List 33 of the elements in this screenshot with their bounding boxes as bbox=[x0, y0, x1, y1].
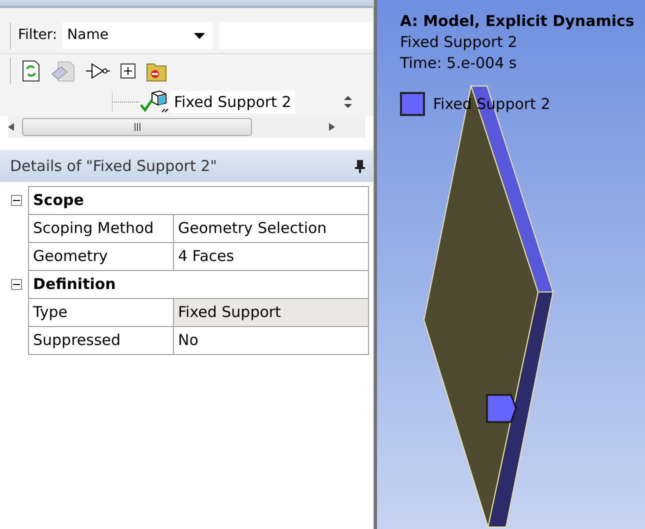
property-value[interactable]: 4 Faces bbox=[174, 242, 368, 270]
expand-icon[interactable] bbox=[120, 63, 136, 79]
refresh-document-icon[interactable] bbox=[22, 60, 40, 82]
property-name: Suppressed bbox=[28, 326, 174, 354]
details-title: Details of "Fixed Support 2" bbox=[10, 156, 218, 177]
filter-dropdown[interactable]: Name bbox=[63, 22, 214, 49]
property-value[interactable]: Geometry Selection bbox=[174, 214, 368, 242]
tree-item[interactable]: Fixed Support 2 bbox=[170, 90, 296, 114]
pin-icon[interactable] bbox=[355, 160, 365, 172]
grip-lines-icon bbox=[134, 123, 140, 131]
filter-field[interactable] bbox=[219, 22, 373, 49]
property-value[interactable]: No bbox=[174, 326, 368, 354]
section-header: Definition bbox=[33, 275, 116, 294]
dropdown-arrow-icon bbox=[194, 32, 206, 38]
eraser-icon[interactable] bbox=[50, 60, 76, 82]
section-header: Scope bbox=[33, 191, 84, 210]
property-name: Type bbox=[28, 298, 174, 326]
property-name: Geometry bbox=[28, 242, 174, 270]
horizontal-scrollbar[interactable] bbox=[8, 116, 365, 138]
object-name: Fixed Support 2 bbox=[400, 32, 518, 53]
scroll-left-arrow-icon[interactable] bbox=[8, 123, 14, 131]
property-name: Scoping Method bbox=[28, 214, 174, 242]
time-label: Time: 5.e-004 s bbox=[400, 53, 518, 74]
collapse-icon[interactable] bbox=[11, 195, 22, 206]
model-title: A: Model, Explicit Dynamics bbox=[400, 11, 636, 32]
spinner-icon[interactable] bbox=[343, 94, 354, 110]
scrollbar-thumb[interactable] bbox=[22, 118, 252, 136]
scroll-right-arrow-icon[interactable] bbox=[329, 123, 335, 131]
property-value[interactable]: Fixed Support bbox=[174, 298, 368, 326]
filter-label: Filter: bbox=[18, 26, 58, 45]
collapse-icon[interactable] bbox=[11, 279, 22, 290]
tree-connector-line bbox=[112, 92, 140, 112]
gate-symbol-icon[interactable] bbox=[86, 62, 110, 80]
